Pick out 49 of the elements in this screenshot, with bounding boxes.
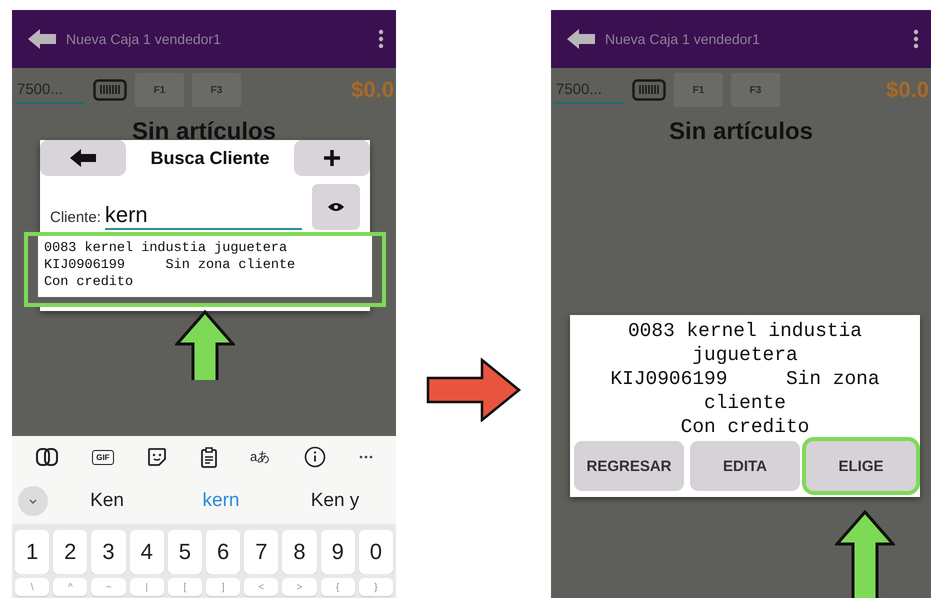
field-label: Cliente: bbox=[50, 209, 101, 228]
client-details: 0083 kernel industia juguetera KIJ0906199 Sin zona cliente Con credito bbox=[38, 236, 372, 297]
dialog-title: Busca Cliente bbox=[149, 148, 271, 168]
emoji-kitchen-icon[interactable] bbox=[34, 447, 59, 467]
back-arrow-icon[interactable] bbox=[28, 29, 56, 49]
code-field[interactable]: 7500... bbox=[554, 76, 624, 104]
keyboard-key[interactable]: 8 bbox=[282, 530, 317, 574]
keyboard-key[interactable]: 6 bbox=[206, 530, 240, 574]
screen-title: Nueva Caja 1 vendedor1 bbox=[66, 31, 222, 47]
empty-cart-heading: Sin artículos bbox=[130, 117, 278, 146]
keyboard-key[interactable]: 1 bbox=[15, 530, 50, 574]
more-menu-icon[interactable] bbox=[913, 29, 919, 49]
back-button[interactable] bbox=[40, 140, 126, 176]
keyboard-key[interactable]: 7 bbox=[244, 530, 278, 574]
keyboard-key[interactable]: 0 bbox=[358, 530, 394, 574]
code-field[interactable]: 7500... bbox=[15, 76, 85, 104]
back-arrow-icon[interactable] bbox=[567, 29, 595, 49]
sticker-icon[interactable] bbox=[147, 447, 168, 467]
keyboard-key[interactable]: 3 bbox=[91, 530, 126, 574]
total-amount: $0.0 bbox=[886, 77, 930, 103]
translate-button[interactable]: aあ bbox=[250, 448, 270, 466]
action-button[interactable]: REGRESAR bbox=[574, 441, 684, 491]
action-button[interactable]: EDITA bbox=[690, 441, 800, 491]
screen-title: Nueva Caja 1 vendedor1 bbox=[605, 31, 761, 47]
total-amount: $0.0 bbox=[351, 77, 395, 103]
clipboard-icon[interactable] bbox=[200, 446, 217, 468]
keyboard-key[interactable]: 5 bbox=[168, 530, 202, 574]
suggestion[interactable]: Ken y bbox=[280, 490, 390, 512]
info-icon[interactable] bbox=[304, 446, 326, 468]
add-button[interactable] bbox=[294, 140, 370, 176]
client-result[interactable]: 0083 kernel industia juguetera KIJ0906199 Sin zona cliente Con credito bbox=[24, 232, 386, 307]
back-arrow-icon bbox=[70, 149, 96, 167]
pointer-arrow-drawing bbox=[175, 310, 235, 380]
action-button[interactable]: ELIGE bbox=[806, 441, 916, 491]
plus-icon bbox=[323, 149, 341, 167]
show-button[interactable] bbox=[312, 184, 360, 230]
suggestion[interactable]: Ken bbox=[52, 490, 162, 512]
more-icon[interactable] bbox=[359, 455, 374, 459]
keyboard-key[interactable]: 4 bbox=[130, 530, 164, 574]
keyboard-key[interactable]: 9 bbox=[320, 530, 355, 574]
eye-icon bbox=[328, 202, 344, 212]
barcode-icon[interactable] bbox=[93, 79, 127, 101]
client-field[interactable]: kern bbox=[104, 202, 302, 230]
barcode-icon[interactable] bbox=[632, 79, 666, 101]
empty-cart-heading: Sin artículos bbox=[668, 117, 814, 146]
more-menu-icon[interactable] bbox=[378, 29, 384, 49]
client-details: 0083 kernel industia juguetera KIJ0906199 Sin zona cliente Con credito bbox=[609, 319, 881, 439]
gif-button[interactable]: GIF bbox=[92, 450, 114, 464]
keyboard-key[interactable]: 2 bbox=[53, 530, 88, 574]
